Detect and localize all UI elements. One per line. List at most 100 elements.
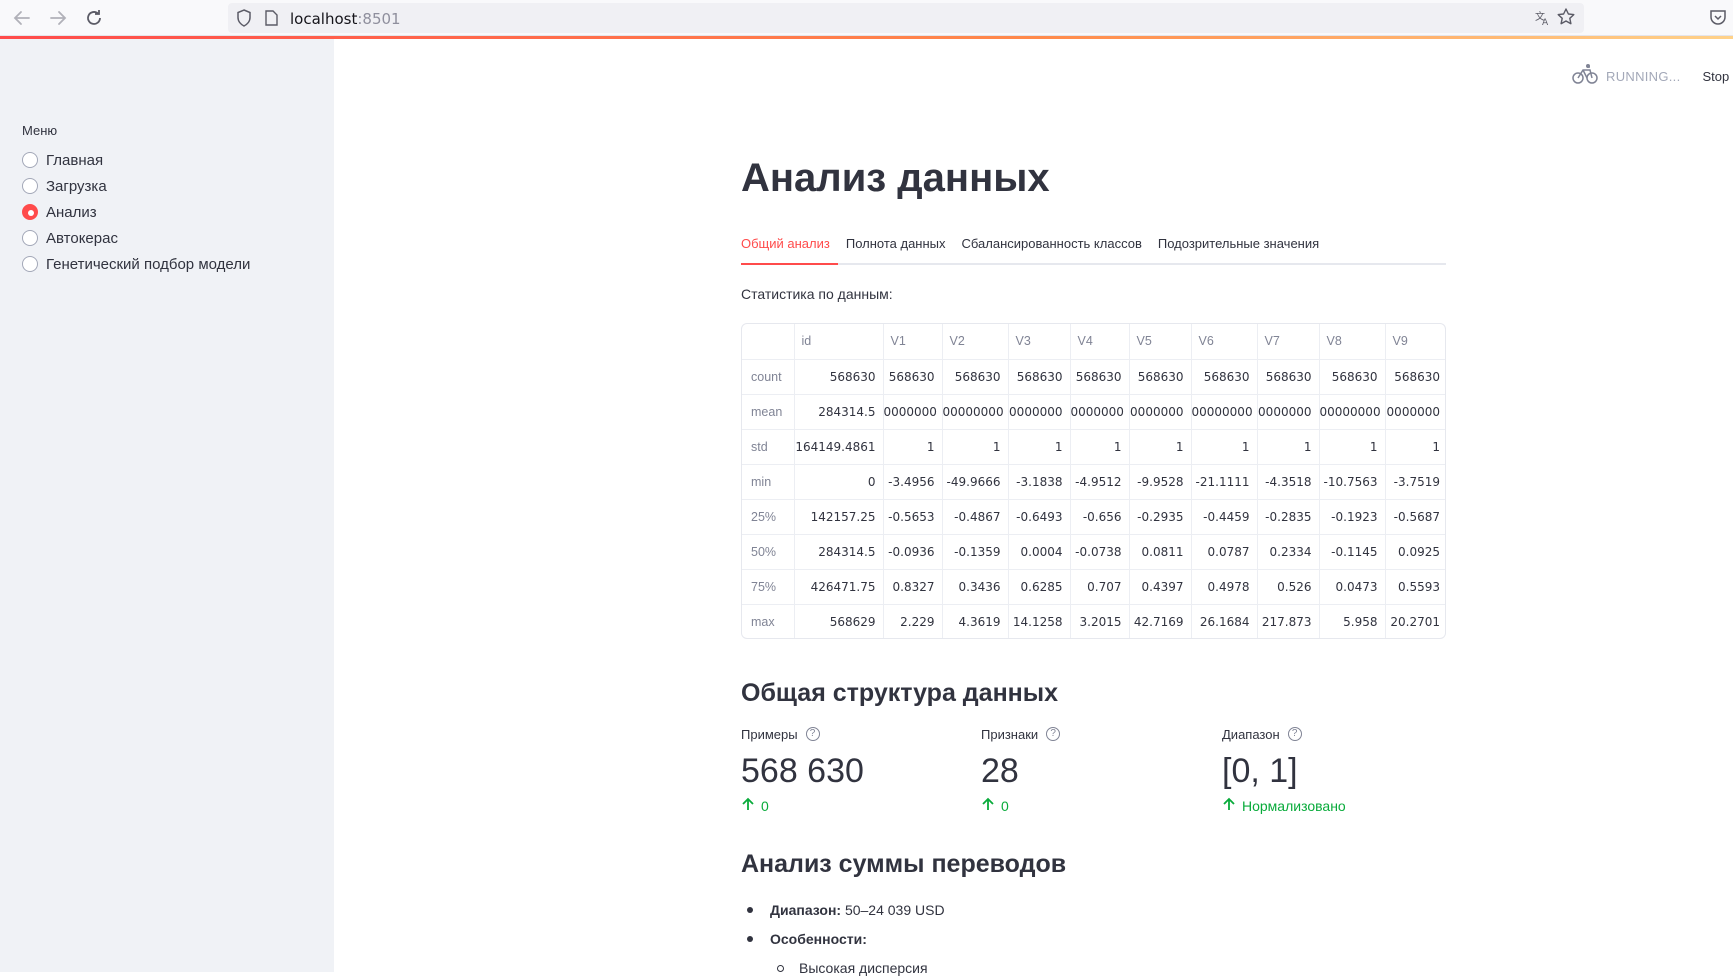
column-header[interactable] — [742, 324, 795, 360]
table-cell[interactable]: 0.6285 — [1008, 569, 1071, 605]
table-cell[interactable]: -0.4459 — [1191, 499, 1258, 535]
help-icon[interactable]: ? — [1287, 727, 1302, 741]
column-header[interactable]: V9 — [1385, 324, 1445, 360]
shield-icon[interactable] — [236, 9, 252, 32]
row-header-cell[interactable]: 25% — [742, 499, 795, 535]
table-cell[interactable]: 568629 — [794, 604, 884, 638]
table-cell[interactable]: 1 — [1008, 429, 1071, 465]
table-cell[interactable]: 0.707 — [1070, 569, 1130, 605]
table-cell[interactable]: -0.0738 — [1070, 534, 1130, 570]
row-header-cell[interactable]: mean — [742, 394, 795, 430]
url-text[interactable]: localhost:8501 — [290, 10, 401, 28]
table-cell[interactable]: -0.1923 — [1319, 499, 1386, 535]
tab-data-completeness[interactable]: Полнота данных — [838, 235, 954, 265]
column-header[interactable]: V7 — [1257, 324, 1320, 360]
table-cell[interactable]: -0.2935 — [1129, 499, 1192, 535]
translate-icon[interactable]: 文A — [1534, 9, 1552, 30]
table-cell[interactable]: -3.7519 — [1385, 464, 1445, 500]
row-header-cell[interactable]: 50% — [742, 534, 795, 570]
menu-item-upload[interactable]: Загрузка — [22, 173, 250, 199]
column-header[interactable]: V8 — [1319, 324, 1386, 360]
table-cell[interactable]: 0.0473 — [1319, 569, 1386, 605]
table-cell[interactable]: 00000000 — [1319, 394, 1386, 430]
table-cell[interactable]: 0.4978 — [1191, 569, 1258, 605]
table-cell[interactable]: -0.1145 — [1319, 534, 1386, 570]
table-cell[interactable]: 00000000 — [942, 394, 1009, 430]
table-cell[interactable]: -21.1111 — [1191, 464, 1258, 500]
table-cell[interactable]: 568630 — [1129, 359, 1192, 395]
table-cell[interactable]: 0.3436 — [942, 569, 1009, 605]
table-cell[interactable]: 0 — [794, 464, 884, 500]
help-icon[interactable]: ? — [805, 727, 820, 741]
radio-button-selected[interactable] — [22, 204, 38, 220]
column-header[interactable]: V6 — [1191, 324, 1258, 360]
table-cell[interactable]: 568630 — [794, 359, 884, 395]
table-cell[interactable]: -3.1838 — [1008, 464, 1071, 500]
table-cell[interactable]: -4.9512 — [1070, 464, 1130, 500]
column-header[interactable]: V4 — [1070, 324, 1130, 360]
table-cell[interactable]: 426471.75 — [794, 569, 884, 605]
table-cell[interactable]: 1 — [1191, 429, 1258, 465]
table-cell[interactable]: 1 — [883, 429, 943, 465]
table-cell[interactable]: 2.229 — [883, 604, 943, 638]
table-cell[interactable]: 0.8327 — [883, 569, 943, 605]
row-header-cell[interactable]: count — [742, 359, 795, 395]
table-cell[interactable]: 42.7169 — [1129, 604, 1192, 638]
table-cell[interactable]: -3.4956 — [883, 464, 943, 500]
row-header-cell[interactable]: std — [742, 429, 795, 465]
radio-button[interactable] — [22, 152, 38, 168]
table-cell[interactable]: -0.2835 — [1257, 499, 1320, 535]
column-header[interactable]: V3 — [1008, 324, 1071, 360]
table-cell[interactable]: 568630 — [1191, 359, 1258, 395]
column-header[interactable]: V5 — [1129, 324, 1192, 360]
forward-arrow-icon[interactable] — [46, 6, 70, 30]
table-cell[interactable]: -49.9666 — [942, 464, 1009, 500]
table-cell[interactable]: -4.3518 — [1257, 464, 1320, 500]
radio-button[interactable] — [22, 256, 38, 272]
table-cell[interactable]: 4.3619 — [942, 604, 1009, 638]
table-cell[interactable]: 568630 — [1070, 359, 1130, 395]
column-header[interactable]: id — [794, 324, 884, 360]
table-cell[interactable]: 1 — [1257, 429, 1320, 465]
radio-button[interactable] — [22, 178, 38, 194]
table-cell[interactable]: 3.2015 — [1070, 604, 1130, 638]
radio-button[interactable] — [22, 230, 38, 246]
table-cell[interactable]: -0.4867 — [942, 499, 1009, 535]
table-cell[interactable]: 217.873 — [1257, 604, 1320, 638]
table-cell[interactable]: 0000000 — [1129, 394, 1192, 430]
table-cell[interactable]: 568630 — [942, 359, 1009, 395]
table-cell[interactable]: 0.4397 — [1129, 569, 1192, 605]
table-cell[interactable]: 0.0787 — [1191, 534, 1258, 570]
table-cell[interactable]: 284314.5 — [794, 394, 884, 430]
table-cell[interactable]: 20.2701 — [1385, 604, 1445, 638]
table-cell[interactable]: 1 — [1129, 429, 1192, 465]
column-header[interactable]: V2 — [942, 324, 1009, 360]
table-cell[interactable]: 0000000 — [1385, 394, 1445, 430]
tab-class-balance[interactable]: Сбалансированность классов — [954, 235, 1150, 265]
table-cell[interactable]: -9.9528 — [1129, 464, 1192, 500]
row-header-cell[interactable]: max — [742, 604, 795, 638]
table-cell[interactable]: 0.0925 — [1385, 534, 1445, 570]
row-header-cell[interactable]: 75% — [742, 569, 795, 605]
table-cell[interactable]: 00000000 — [1191, 394, 1258, 430]
bookmark-star-icon[interactable] — [1556, 7, 1576, 32]
table-cell[interactable]: 142157.25 — [794, 499, 884, 535]
tab-general-analysis[interactable]: Общий анализ — [741, 235, 838, 265]
table-cell[interactable]: 0.526 — [1257, 569, 1320, 605]
table-cell[interactable]: 0.0004 — [1008, 534, 1071, 570]
table-cell[interactable]: 568630 — [1319, 359, 1386, 395]
table-cell[interactable]: 568630 — [1257, 359, 1320, 395]
help-icon[interactable]: ? — [1046, 727, 1061, 741]
reload-icon[interactable] — [82, 6, 106, 30]
table-cell[interactable]: -0.656 — [1070, 499, 1130, 535]
table-cell[interactable]: 0000000 — [883, 394, 943, 430]
statistics-dataframe[interactable]: id V1 V2 V3 V4 V5 V6 V7 V8 V9 count 56863… — [741, 323, 1446, 639]
back-arrow-icon[interactable] — [10, 6, 34, 30]
table-cell[interactable]: 0000000 — [1257, 394, 1320, 430]
table-cell[interactable]: 0000000 — [1008, 394, 1071, 430]
table-cell[interactable]: 568630 — [883, 359, 943, 395]
table-cell[interactable]: -0.6493 — [1008, 499, 1071, 535]
stop-button[interactable]: Stop — [1703, 69, 1730, 84]
table-cell[interactable]: -0.1359 — [942, 534, 1009, 570]
table-cell[interactable]: 164149.4861 — [794, 429, 884, 465]
